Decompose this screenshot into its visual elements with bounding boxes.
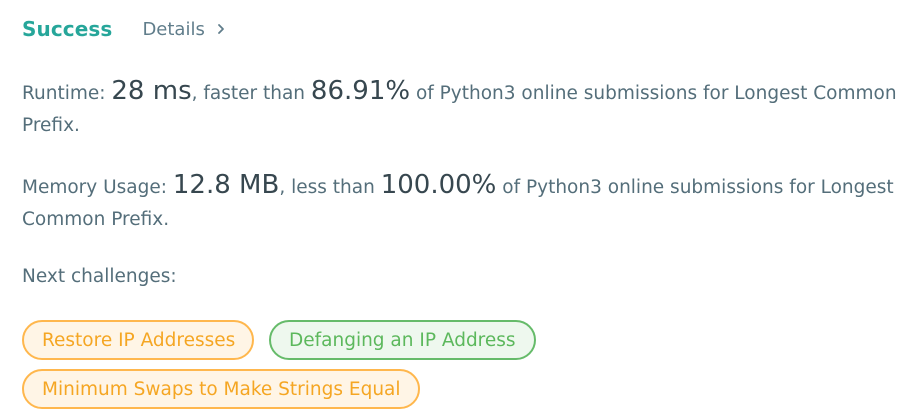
challenge-tag-minimum-swaps[interactable]: Minimum Swaps to Make Strings Equal	[22, 369, 420, 409]
runtime-comparison: , faster than	[191, 83, 311, 104]
runtime-label: Runtime:	[22, 83, 112, 104]
memory-percentile: 100.00%	[380, 170, 497, 200]
memory-result: Memory Usage: 12.8 MB, less than 100.00%…	[22, 169, 897, 236]
runtime-result: Runtime: 28 ms, faster than 86.91% of Py…	[22, 75, 897, 142]
memory-label: Memory Usage:	[22, 177, 173, 198]
details-link-label: Details	[142, 18, 205, 40]
next-challenges-label: Next challenges:	[22, 266, 177, 287]
submission-status: Success	[22, 17, 113, 41]
memory-comparison: , less than	[279, 177, 381, 198]
challenge-tag-defanging-ip-address[interactable]: Defanging an IP Address	[269, 320, 536, 360]
memory-value: 12.8 MB	[172, 170, 280, 200]
chevron-right-icon	[217, 24, 224, 34]
runtime-percentile: 86.91%	[310, 76, 411, 106]
details-link[interactable]: Details	[142, 19, 226, 40]
challenge-tag-restore-ip-addresses[interactable]: Restore IP Addresses	[22, 320, 254, 360]
runtime-value: 28 ms	[111, 76, 192, 106]
submission-header: Success Details	[22, 14, 227, 44]
